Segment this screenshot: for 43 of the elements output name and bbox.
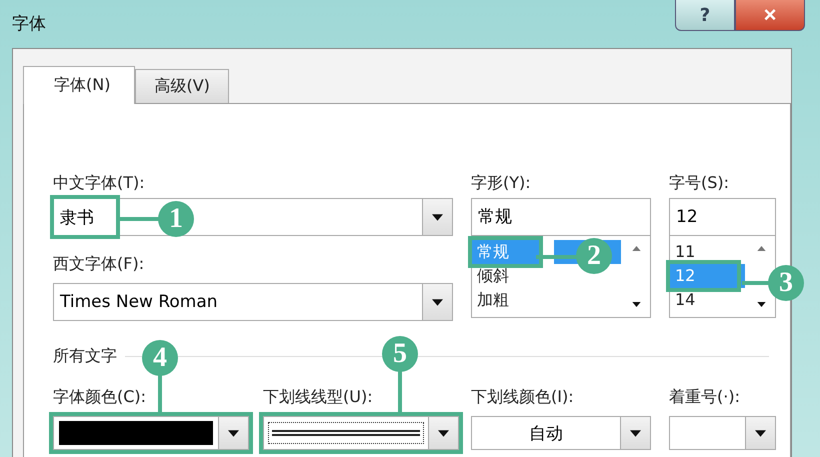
- field-label: 字体颜色(C):: [53, 386, 146, 408]
- caret-icon: [630, 430, 641, 436]
- field-label: 下划线线型(U):: [263, 386, 373, 408]
- section-heading: 所有文字: [53, 345, 117, 367]
- caret-icon: [438, 430, 449, 436]
- scroll-down-icon: [632, 302, 640, 307]
- field-label: 字号(S):: [669, 172, 730, 194]
- text-field[interactable]: 常规: [471, 198, 651, 236]
- list-item[interactable]: 加粗: [472, 288, 539, 312]
- dropdown-button[interactable]: [620, 417, 650, 449]
- field-label: 西文字体(F):: [53, 253, 144, 275]
- scroll-down-icon: [756, 302, 766, 307]
- list-item[interactable]: 11: [670, 240, 737, 264]
- scroll-up-icon: [756, 246, 766, 251]
- list-item[interactable]: 倾斜: [472, 264, 539, 288]
- field-label: 中文字体(T):: [53, 172, 145, 194]
- dropdown-button[interactable]: [745, 417, 775, 449]
- double-line-icon: [272, 429, 420, 437]
- field-label: 字形(Y):: [471, 172, 531, 194]
- dropdown-button[interactable]: [422, 199, 452, 235]
- tab[interactable]: 高级(V): [135, 69, 229, 103]
- scroll-up-icon: [632, 246, 640, 251]
- list-item[interactable]: 14: [670, 288, 737, 312]
- combo-value: 自动: [528, 422, 564, 444]
- font-combo[interactable]: Times New Roman: [53, 283, 453, 321]
- combo-value: Times New Roman: [59, 292, 218, 312]
- caret-icon: [432, 298, 443, 306]
- caret-icon: [755, 430, 766, 436]
- text-field[interactable]: 12: [669, 198, 776, 236]
- callout-number: 3: [768, 265, 804, 301]
- field-label: 下划线颜色(I):: [471, 386, 574, 408]
- field-label: 着重号(·):: [669, 386, 740, 408]
- tab[interactable]: 字体(N): [23, 66, 136, 104]
- window-title: 字体: [12, 13, 46, 35]
- dropdown-button[interactable]: [218, 417, 248, 449]
- dropdown-button[interactable]: [428, 417, 458, 449]
- list-box[interactable]: 11 12 14: [669, 236, 776, 318]
- help-button[interactable]: ?: [675, 0, 735, 31]
- close-button[interactable]: ×: [735, 0, 805, 31]
- dropdown-button[interactable]: [422, 284, 452, 320]
- underline-color-dropdown[interactable]: 自动: [471, 416, 651, 450]
- caret-icon: [228, 430, 239, 436]
- caret-icon: [432, 214, 443, 220]
